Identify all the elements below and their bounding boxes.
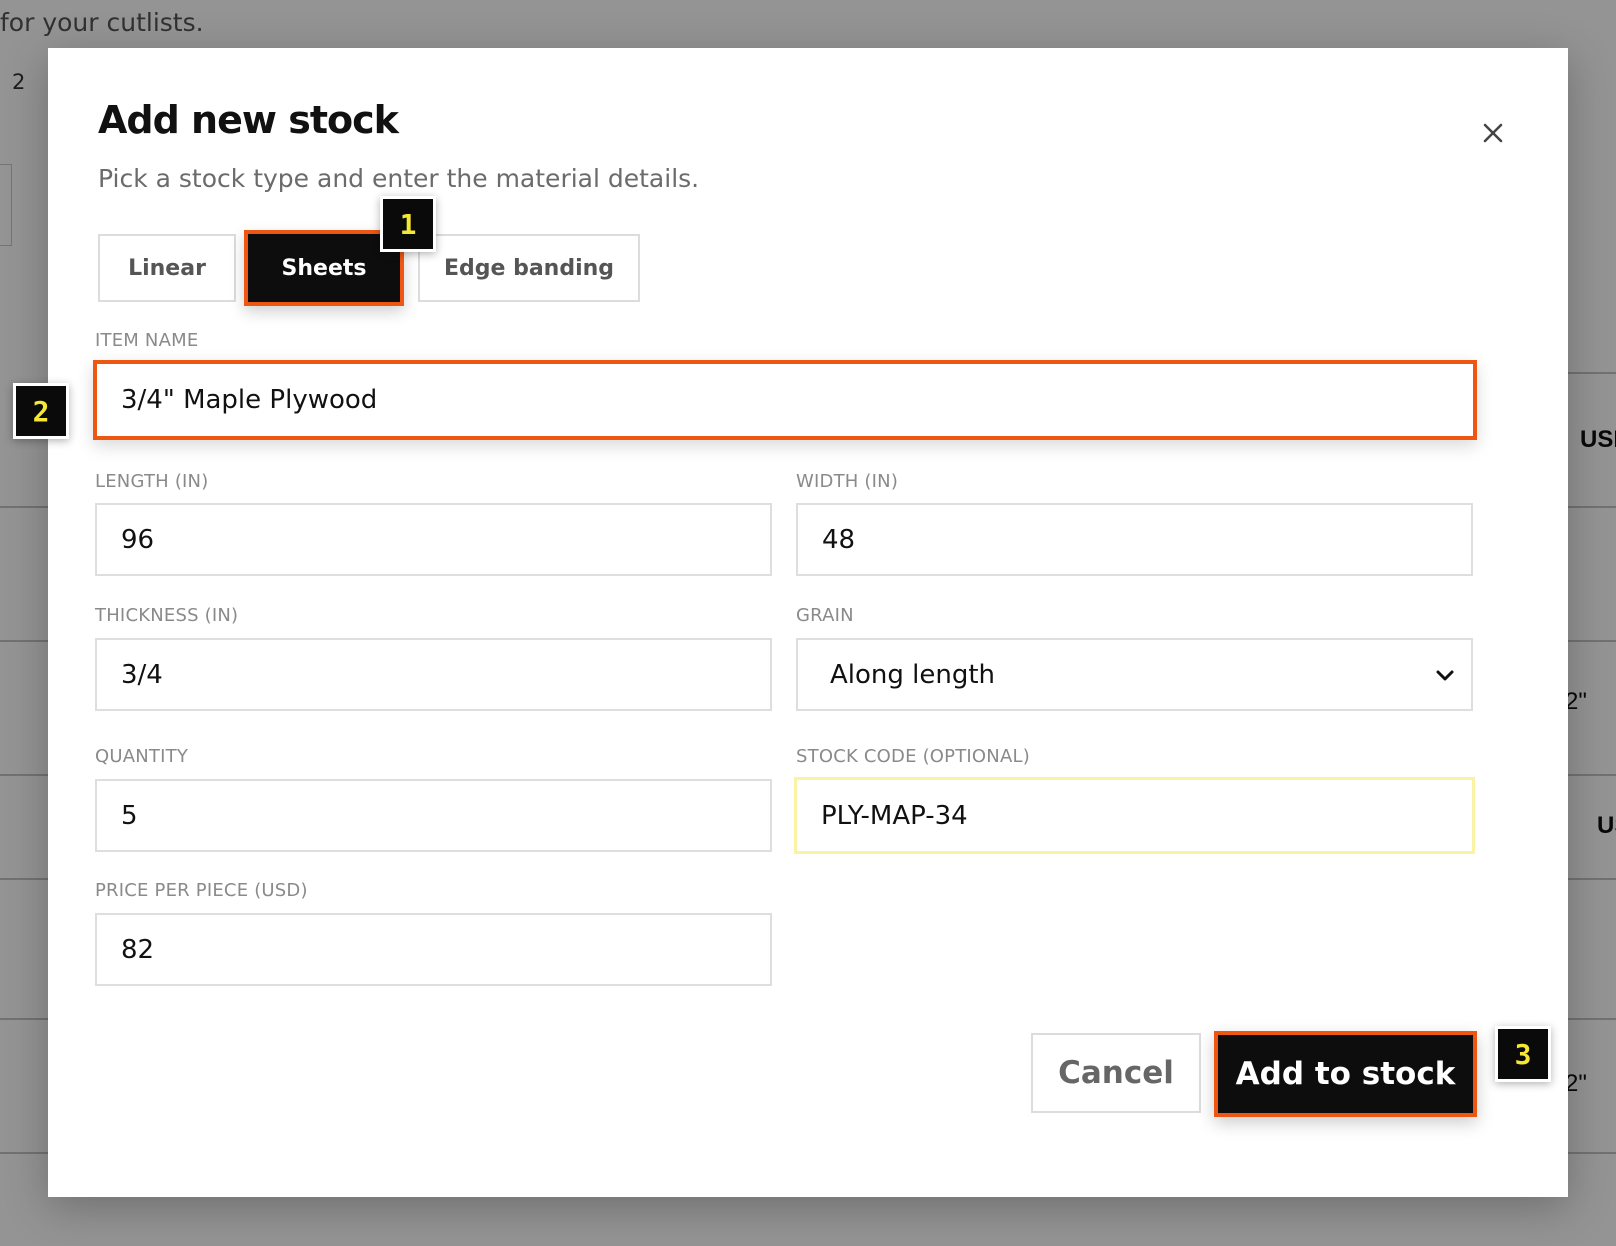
cancel-button[interactable]: Cancel [1031,1033,1201,1113]
grain-selected-value: Along length [830,659,996,690]
width-label: WIDTH (IN) [796,471,899,492]
dialog-title: Add new stock [98,98,399,142]
price-label: PRICE PER PIECE (USD) [95,880,308,901]
price-input[interactable] [95,913,772,986]
grain-select[interactable]: Along length [796,638,1473,711]
step-marker-3: 3 [1495,1026,1551,1082]
quantity-input[interactable] [95,779,772,852]
thickness-input[interactable] [95,638,772,711]
add-to-stock-button[interactable]: Add to stock [1214,1031,1477,1117]
quantity-label: QUANTITY [95,746,189,767]
item-name-label: ITEM NAME [95,330,199,351]
add-stock-dialog: Add new stock Pick a stock type and ente… [48,48,1568,1197]
chevron-down-icon [1436,670,1454,681]
tab-linear[interactable]: Linear [98,234,236,302]
dialog-subtitle: Pick a stock type and enter the material… [98,164,700,193]
stock-code-input[interactable] [794,777,1475,854]
grain-label: GRAIN [796,605,854,626]
item-name-input[interactable] [93,360,1477,440]
step-marker-2: 2 [13,383,69,439]
length-input[interactable] [95,503,772,576]
length-label: LENGTH (IN) [95,471,209,492]
thickness-label: THICKNESS (IN) [95,605,239,626]
stock-code-label: STOCK CODE (OPTIONAL) [796,746,1030,767]
tab-edge-banding[interactable]: Edge banding [418,234,640,302]
close-icon [1483,123,1503,143]
close-button[interactable] [1468,108,1518,158]
width-input[interactable] [796,503,1473,576]
step-marker-1: 1 [380,196,436,252]
